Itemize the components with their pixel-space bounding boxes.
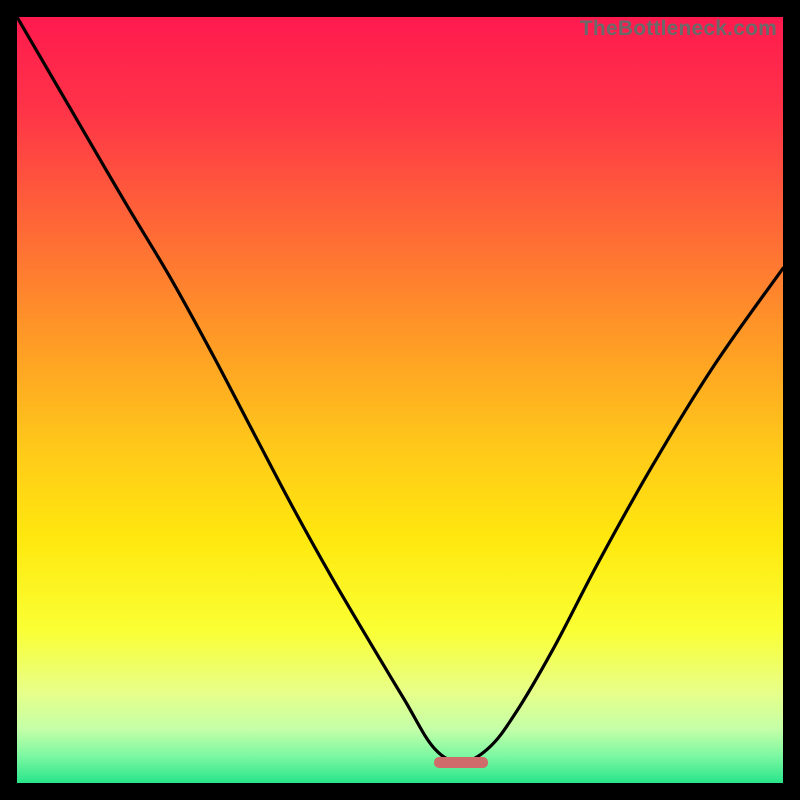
watermark-label: TheBottleneck.com <box>580 17 777 41</box>
chart-frame: TheBottleneck.com <box>0 0 800 800</box>
plot-area: TheBottleneck.com <box>17 17 783 783</box>
minimum-marker <box>434 757 488 768</box>
bottleneck-curve <box>17 17 783 783</box>
